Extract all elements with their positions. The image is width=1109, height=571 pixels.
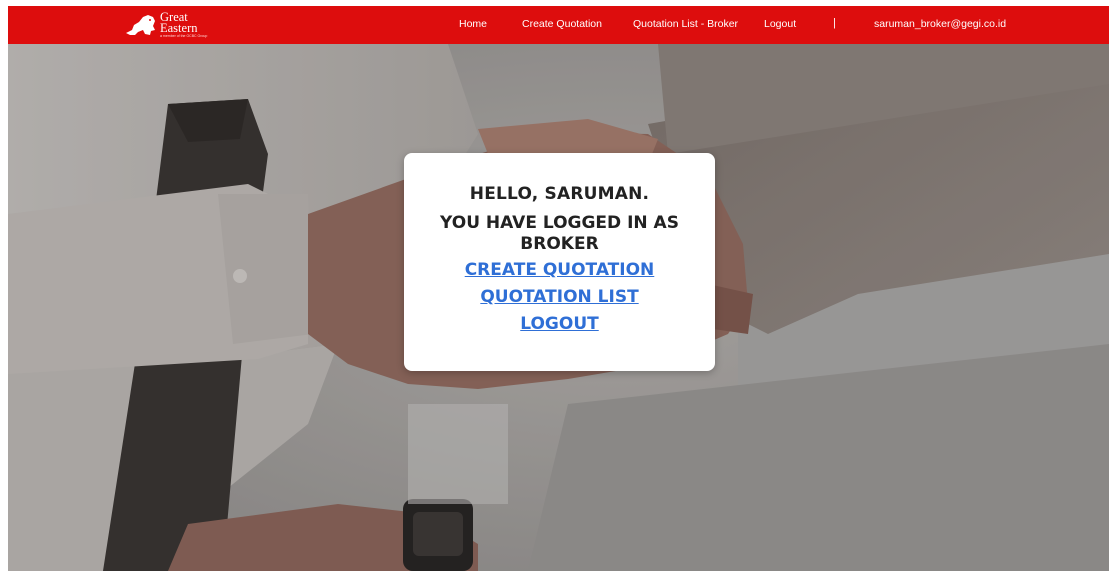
nav-separator: |: [833, 17, 836, 29]
nav-create-quotation[interactable]: Create Quotation: [522, 18, 602, 30]
logout-link[interactable]: LOGOUT: [404, 314, 715, 334]
create-quotation-link[interactable]: CREATE QUOTATION: [404, 260, 715, 280]
greeting-heading: HELLO, SARUMAN.: [469, 184, 650, 204]
nav-user-email[interactable]: saruman_broker@gegi.co.id: [874, 18, 1006, 30]
role-message: YOU HAVE LOGGED IN AS BROKER: [440, 213, 679, 254]
nav-logout[interactable]: Logout: [764, 18, 796, 30]
nav-quotation-list[interactable]: Quotation List - Broker: [633, 18, 738, 30]
top-navbar: Great Eastern a member of the OCBC Group…: [8, 6, 1109, 44]
quotation-list-link[interactable]: QUOTATION LIST: [404, 287, 715, 307]
app-frame: Great Eastern a member of the OCBC Group…: [8, 6, 1109, 571]
nav-home[interactable]: Home: [459, 18, 487, 30]
nav-links: Home Create Quotation Quotation List - B…: [8, 6, 1109, 44]
welcome-card: HELLO, SARUMAN. YOU HAVE LOGGED IN AS BR…: [404, 153, 715, 371]
